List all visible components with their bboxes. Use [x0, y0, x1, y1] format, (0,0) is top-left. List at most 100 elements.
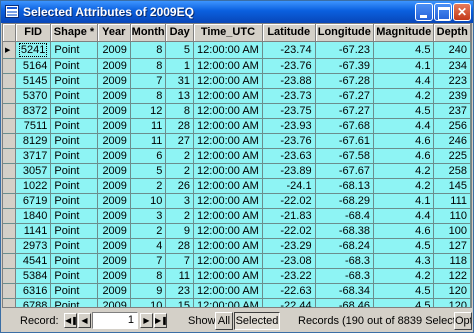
table-cell[interactable]: 4.5: [373, 41, 435, 59]
table-cell[interactable]: Point: [50, 253, 98, 269]
table-cell[interactable]: 258: [433, 163, 471, 179]
table-cell[interactable]: 4541: [15, 253, 52, 269]
table-cell[interactable]: 12:00:00 AM: [193, 238, 263, 254]
table-cell[interactable]: Point: [50, 88, 98, 104]
table-cell[interactable]: 4.3: [373, 253, 435, 269]
row-selector[interactable]: [3, 193, 16, 209]
table-cell[interactable]: 23: [165, 283, 195, 299]
table-cell[interactable]: 2009: [97, 88, 131, 104]
row-selector[interactable]: [3, 283, 16, 299]
table-cell[interactable]: -23.76: [262, 58, 316, 74]
table-cell[interactable]: Point: [50, 58, 98, 74]
table-row[interactable]: 5145 Point 2009 7 31 12:00:00 AM -23.88 -67.28 4…: [3, 73, 471, 89]
table-cell[interactable]: 12:00:00 AM: [193, 88, 263, 104]
table-cell[interactable]: 2009: [97, 268, 131, 284]
table-cell[interactable]: 2009: [97, 133, 131, 149]
table-cell[interactable]: 4.2: [373, 178, 435, 194]
record-number-input[interactable]: 1: [92, 312, 138, 329]
table-row[interactable]: 5164 Point 2009 8 1 12:00:00 AM -23.76 -67.39 4.…: [3, 58, 471, 74]
table-cell[interactable]: 1141: [15, 223, 52, 239]
table-cell[interactable]: -24.1: [262, 178, 316, 194]
close-button[interactable]: ✕: [453, 3, 471, 21]
table-row[interactable]: 8372 Point 2009 12 8 12:00:00 AM -23.75 -67.27 4…: [3, 103, 471, 119]
table-cell[interactable]: 12:00:00 AM: [193, 118, 263, 134]
row-selector[interactable]: [3, 148, 16, 164]
table-cell[interactable]: 8: [130, 88, 167, 104]
table-cell[interactable]: 3: [130, 208, 167, 224]
table-cell[interactable]: 237: [433, 103, 471, 119]
table-cell[interactable]: -23.89: [262, 163, 316, 179]
column-header[interactable]: Latitude: [262, 24, 316, 42]
table-row[interactable]: 6788 Point 2009 10 15 12:00:00 AM -22.44 -68.46…: [3, 298, 471, 307]
table-cell[interactable]: 12:00:00 AM: [193, 41, 263, 59]
row-selector[interactable]: [3, 73, 16, 89]
table-cell[interactable]: -68.29: [315, 193, 375, 209]
table-cell[interactable]: 3717: [15, 148, 52, 164]
table-cell[interactable]: 1840: [15, 208, 52, 224]
table-cell[interactable]: 12:00:00 AM: [193, 73, 263, 89]
table-cell[interactable]: 4.5: [373, 283, 435, 299]
table-row[interactable]: 5241 Point 2009 8 5 12:00:00 AM -23.74 -67.23 4.…: [3, 41, 471, 59]
table-cell[interactable]: -23.08: [262, 253, 316, 269]
table-cell[interactable]: 12:00:00 AM: [193, 298, 263, 307]
table-cell[interactable]: Point: [50, 163, 98, 179]
table-cell[interactable]: 11: [165, 268, 195, 284]
table-cell[interactable]: -23.29: [262, 238, 316, 254]
attribute-table[interactable]: FID Shape * Year Month Day Time_UTC Latitude Lo…: [2, 23, 472, 308]
table-cell[interactable]: 12:00:00 AM: [193, 103, 263, 119]
table-cell[interactable]: 256: [433, 118, 471, 134]
table-cell[interactable]: 9: [165, 223, 195, 239]
table-cell[interactable]: 10: [130, 298, 167, 307]
row-selector[interactable]: [3, 268, 16, 284]
table-cell[interactable]: 4.6: [373, 133, 435, 149]
row-selector[interactable]: [3, 253, 16, 269]
table-cell[interactable]: 12:00:00 AM: [193, 193, 263, 209]
title-bar[interactable]: Selected Attributes of 2009EQ ✕: [1, 1, 473, 23]
table-cell[interactable]: 4.4: [373, 118, 435, 134]
next-record-button[interactable]: ▶: [140, 313, 153, 328]
table-cell[interactable]: 10: [130, 193, 167, 209]
table-cell[interactable]: 4.2: [373, 88, 435, 104]
row-selector[interactable]: [3, 88, 16, 104]
table-cell[interactable]: 120: [433, 298, 471, 307]
table-cell[interactable]: 6316: [15, 283, 52, 299]
table-cell[interactable]: 12:00:00 AM: [193, 148, 263, 164]
table-cell[interactable]: 2009: [97, 148, 131, 164]
table-cell[interactable]: 111: [433, 193, 471, 209]
minimize-button[interactable]: [415, 3, 433, 21]
table-cell[interactable]: 2009: [97, 163, 131, 179]
table-cell[interactable]: 2: [165, 148, 195, 164]
table-cell[interactable]: Point: [50, 133, 98, 149]
table-cell[interactable]: Point: [50, 223, 98, 239]
row-selector[interactable]: [3, 238, 16, 254]
table-cell[interactable]: 7: [130, 253, 167, 269]
table-cell[interactable]: 3: [165, 193, 195, 209]
table-cell[interactable]: 122: [433, 268, 471, 284]
table-row[interactable]: 6316 Point 2009 9 23 12:00:00 AM -22.63 -68.34 4…: [3, 283, 471, 299]
table-cell[interactable]: 2: [130, 223, 167, 239]
row-selector[interactable]: [3, 223, 16, 239]
show-selected-button[interactable]: Selected: [234, 312, 280, 330]
table-cell[interactable]: 12:00:00 AM: [193, 283, 263, 299]
table-cell[interactable]: -23.22: [262, 268, 316, 284]
table-cell[interactable]: -67.58: [315, 148, 375, 164]
table-cell[interactable]: 2009: [97, 223, 131, 239]
column-header[interactable]: Shape *: [50, 24, 98, 42]
table-cell[interactable]: 2973: [15, 238, 52, 254]
table-cell[interactable]: -23.73: [262, 88, 316, 104]
table-cell[interactable]: 11: [130, 133, 167, 149]
table-cell[interactable]: 6719: [15, 193, 52, 209]
table-cell[interactable]: -22.63: [262, 283, 316, 299]
table-cell[interactable]: 240: [433, 41, 471, 59]
table-cell[interactable]: -67.61: [315, 133, 375, 149]
table-cell[interactable]: 8: [130, 41, 167, 59]
table-cell[interactable]: 12:00:00 AM: [193, 133, 263, 149]
column-header[interactable]: Longitude: [315, 24, 375, 42]
previous-record-button[interactable]: ◀: [78, 313, 91, 328]
table-cell[interactable]: 8: [130, 268, 167, 284]
table-cell[interactable]: -67.27: [315, 88, 375, 104]
column-header[interactable]: Depth: [433, 24, 471, 42]
table-cell[interactable]: -68.4: [315, 208, 375, 224]
table-cell[interactable]: 4: [130, 238, 167, 254]
table-cell[interactable]: Point: [50, 103, 98, 119]
